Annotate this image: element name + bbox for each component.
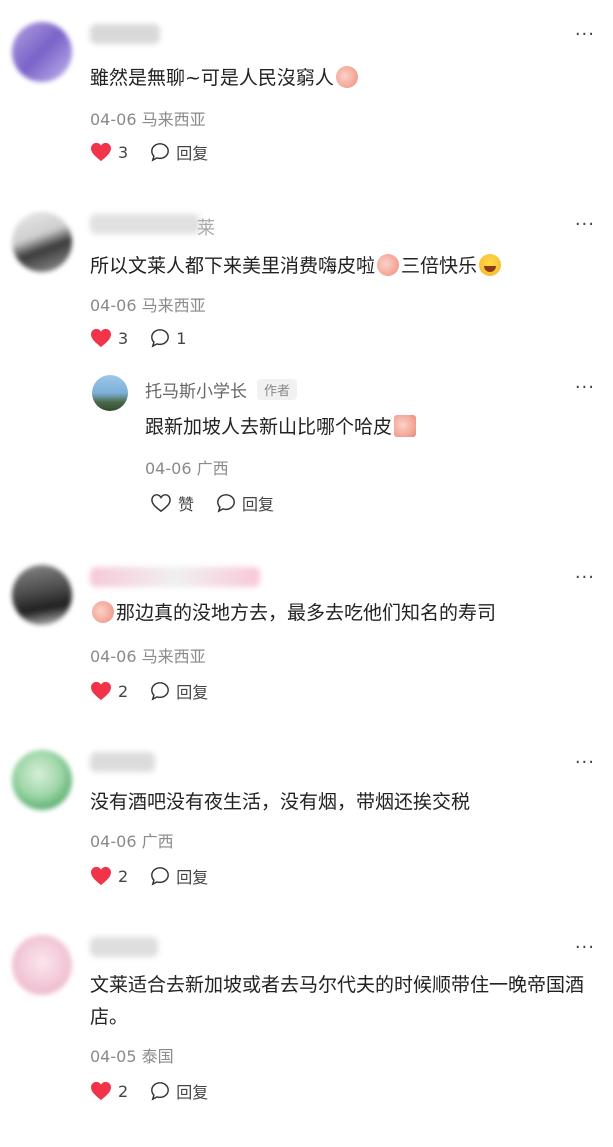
more-options-icon[interactable]: ··· [575,24,595,45]
more-options-icon[interactable]: ··· [575,214,595,235]
reply-bubble-icon [151,1082,170,1101]
reply-button[interactable]: 1 [150,328,186,348]
like-count: 2 [118,866,129,886]
more-options-icon[interactable]: ··· [575,937,595,958]
reply-text: 跟新加坡人去新山比哪个哈皮 [145,411,595,443]
like-count: 2 [118,1081,129,1101]
reply-label: 回复 [176,1083,209,1102]
reply-bubble-icon [151,867,170,886]
like-button[interactable]: 3 [90,328,128,348]
heart-icon [91,1081,111,1101]
comment-meta: 04-06 马来西亚 [90,647,206,666]
heart-icon [91,142,111,162]
reply-actions: 赞 回复 [150,491,274,515]
more-options-icon[interactable]: ··· [575,377,595,398]
reply-count: 1 [176,328,187,348]
comment-meta: 04-06 广西 [90,832,174,851]
like-button[interactable]: 2 [90,681,128,701]
author-avatar[interactable] [92,375,128,411]
reply-button[interactable]: 回复 [150,140,208,164]
avatar[interactable] [12,212,72,272]
author-badge: 作者 [257,379,298,400]
comment-text: 雖然是無聊~可是人民沒窮人 [90,62,595,94]
reply-bubble-icon [151,143,170,162]
peach-emoji-icon [335,66,358,88]
reply-label: 回复 [176,868,209,887]
comment-text: 文莱适合去新加坡或者去马尔代夫的时候顺带住一晚帝国酒店。 [90,974,585,1028]
reply-bubble-icon [151,682,170,701]
reply-label: 回复 [176,683,209,702]
username-blurred[interactable] [90,752,155,772]
comment-actions: 2 回复 [90,1079,208,1103]
username-blurred[interactable] [90,214,200,234]
reply-button[interactable]: 回复 [150,864,208,888]
username-visible-char: 莱 [197,218,215,239]
like-button[interactable]: 2 [90,866,128,886]
more-options-icon[interactable]: ··· [575,752,595,773]
comment-meta: 04-06 马来西亚 [90,110,206,129]
comment-actions: 3 1 [90,328,186,348]
comment-text: 那边真的没地方去，最多去吃他们知名的寿司 [90,597,595,629]
reply-button[interactable]: 回复 [216,491,274,515]
like-button[interactable]: 2 [90,1081,128,1101]
like-button[interactable]: 3 [90,142,128,162]
grin-emoji-icon [479,254,502,276]
peach-emoji-icon [92,601,114,623]
like-count: 3 [118,328,129,348]
like-count: 3 [118,142,129,162]
reply-button[interactable]: 回复 [150,1079,208,1103]
reply-bubble-icon [217,494,235,513]
username-blurred[interactable] [90,937,158,957]
like-button[interactable]: 赞 [150,491,194,515]
reply-author-name[interactable]: 托马斯小学长 [145,382,247,402]
heart-outline-icon [151,494,171,513]
reply-button[interactable]: 回复 [150,679,208,703]
comment-text: 没有酒吧没有夜生活，没有烟，带烟还挨交税 [90,791,471,813]
reply-bubble-icon [151,329,170,348]
like-label: 赞 [178,495,195,514]
reply-label: 回复 [176,144,209,163]
comment-meta: 04-06 马来西亚 [90,296,206,315]
like-count: 2 [118,681,129,701]
comment-actions: 2 回复 [90,864,208,888]
reply-label: 回复 [242,495,275,514]
username-blurred[interactable] [90,567,260,587]
reply-author-row: 托马斯小学长 作者 [145,377,298,402]
avatar[interactable] [12,565,72,625]
username-blurred[interactable] [90,24,160,44]
comment-meta: 04-05 泰国 [90,1047,174,1066]
comment-text: 所以文莱人都下来美里消费嗨皮啦 三倍快乐 [90,250,595,282]
avatar[interactable] [12,22,72,82]
emoji-sticker-icon [394,415,417,437]
avatar[interactable] [12,750,72,810]
heart-icon [91,866,111,886]
more-options-icon[interactable]: ··· [575,567,595,588]
heart-icon [91,328,111,348]
heart-icon [91,681,111,701]
comment-actions: 3 回复 [90,140,208,164]
peach-emoji-icon [377,254,400,276]
reply-meta: 04-06 广西 [145,459,229,478]
avatar[interactable] [12,935,72,995]
comment-actions: 2 回复 [90,679,208,703]
